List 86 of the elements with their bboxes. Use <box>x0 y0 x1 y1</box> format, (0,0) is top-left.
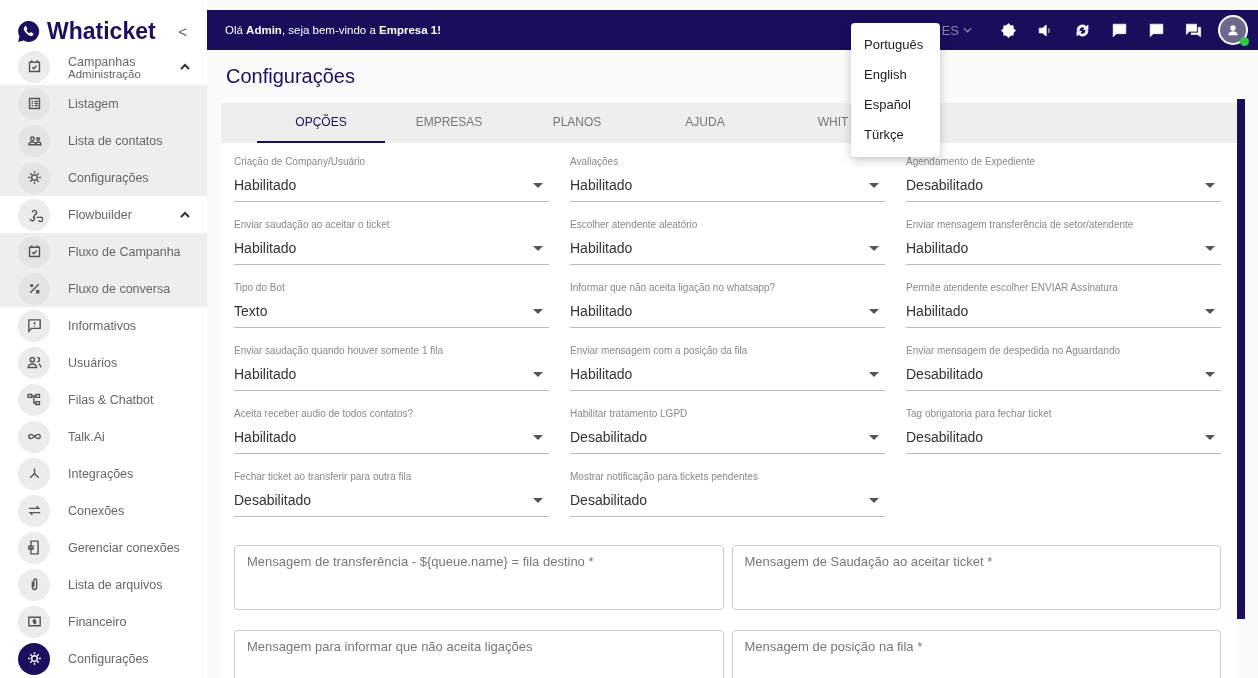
caret-icon <box>869 434 879 440</box>
caret-icon <box>533 371 543 377</box>
page-title: Configurações <box>226 65 355 89</box>
select-field[interactable]: Desabilitado <box>570 421 885 454</box>
caret-icon <box>869 308 879 314</box>
select-field[interactable]: Habilitado <box>906 295 1221 328</box>
select-field[interactable]: Desabilitado <box>906 169 1221 202</box>
field-label: Enviar mensagem com a posição da fila <box>570 345 749 358</box>
sidebar-item[interactable]: Lista de contatos <box>68 133 163 148</box>
select-field[interactable]: Habilitado <box>570 169 885 202</box>
field-label: Permite atendente escolher ENVIAR Assinatura <box>906 282 1119 295</box>
field-label: Agendamento de Expediente <box>906 156 1036 169</box>
select-field[interactable]: Texto <box>234 295 549 328</box>
sidebar-item[interactable]: Listagem <box>68 96 119 111</box>
message-field[interactable]: Mensagem de transferência - ${queue.name} = fila destino * <box>234 545 724 610</box>
sidebar-item[interactable]: Filas & Chatbot <box>68 392 154 407</box>
message-field[interactable]: Mensagem de posição na fila * <box>731 630 1221 678</box>
caret-icon <box>533 434 543 440</box>
select-field[interactable]: Habilitado <box>906 232 1221 265</box>
avatar-button[interactable] <box>1218 15 1248 45</box>
sidebar-item[interactable]: Configurações <box>68 651 149 666</box>
select-field[interactable]: Habilitado <box>570 295 885 328</box>
field-label: Enviar saudação quando houver somente 1 fila <box>234 345 445 358</box>
select-field[interactable]: Desabilitado <box>906 421 1221 454</box>
field-label: Enviar mensagem de despedida no Aguardando <box>906 345 1122 358</box>
caret-icon <box>533 308 543 314</box>
select-field[interactable]: Habilitado <box>234 421 549 454</box>
caret-icon <box>533 245 543 251</box>
field-label: Fechar ticket ao transferir para outra fila <box>234 471 413 484</box>
scrollbar-thumb[interactable] <box>1237 99 1245 619</box>
select-field[interactable]: Habilitado <box>234 358 549 391</box>
sidebar-item[interactable]: Informativos <box>68 318 137 333</box>
brightness-icon[interactable] <box>999 20 1018 40</box>
tab[interactable]: AJUDA <box>641 103 769 143</box>
chat-bubble-logo-icon <box>16 18 41 44</box>
caret-icon <box>1205 371 1215 377</box>
field-label: Enviar saudação ao aceitar o ticket <box>234 219 391 232</box>
language-option[interactable]: English <box>851 60 940 90</box>
select-field[interactable]: Habilitado <box>234 232 549 265</box>
caret-icon <box>869 497 879 503</box>
message-field[interactable]: Mensagem de Saudação ao aceitar ticket * <box>731 545 1221 610</box>
field-label: Mostrar notificação para tickets pendentes <box>570 471 759 484</box>
select-field[interactable]: Habilitado <box>570 358 885 391</box>
field-label: Enviar mensagem transferência de setor/atendente <box>906 219 1135 232</box>
sidebar-item[interactable]: Configurações <box>68 170 149 185</box>
caret-icon <box>869 182 879 188</box>
sidebar-item[interactable]: Lista de arquivos <box>68 577 163 592</box>
caret-icon <box>1205 245 1215 251</box>
select-field[interactable]: Desabilitado <box>906 358 1221 391</box>
sidebar-item[interactable]: Conexões <box>68 503 125 518</box>
tab[interactable]: PLANOS <box>513 103 641 143</box>
caret-icon <box>963 27 972 33</box>
select-field[interactable]: Desabilitado <box>234 484 549 517</box>
caret-icon <box>1205 182 1215 188</box>
tab[interactable]: EMPRESAS <box>385 103 513 143</box>
select-field[interactable]: Habilitado <box>234 169 549 202</box>
sidebar-item[interactable]: Gerenciar conexões <box>68 540 180 555</box>
caret-icon <box>533 497 543 503</box>
field-label: Habilitar tratamento LGPD <box>570 408 689 421</box>
caret-icon <box>1205 434 1215 440</box>
caret-icon <box>869 245 879 251</box>
message-field[interactable]: Mensagem para informar que não aceita ligações <box>234 630 724 678</box>
caret-icon <box>533 182 543 188</box>
sidebar-item[interactable]: Campanhas Administração <box>68 54 141 79</box>
select-field[interactable]: Desabilitado <box>570 484 885 517</box>
field-label: Avaliações <box>570 156 620 169</box>
sidebar-item[interactable]: Integrações <box>68 466 134 481</box>
field-label: Escolher atendente aleatório <box>570 219 699 232</box>
field-label: Aceita receber audio de todos contatos? <box>234 408 414 421</box>
language-option[interactable]: Türkçe <box>851 120 940 150</box>
sidebar-item[interactable]: Flowbuilder <box>68 207 132 222</box>
language-option[interactable]: Español <box>851 90 940 120</box>
caret-icon <box>869 371 879 377</box>
collapse-button[interactable]: < <box>174 22 191 40</box>
sidebar-item[interactable]: Talk.Ai <box>68 429 105 444</box>
greeting-text: Olá Admin, seja bem-vindo a Empresa 1! <box>225 24 442 36</box>
field-label: Criação de Company/Usuário <box>234 156 367 169</box>
field-label: Tag obrigatoria para fechar ticket <box>906 408 1053 421</box>
sidebar-item[interactable]: Usuários <box>68 355 118 370</box>
sidebar-item[interactable]: Financeiro <box>68 614 127 629</box>
select-field[interactable]: Habilitado <box>570 232 885 265</box>
field-label: Tipo do Bot <box>234 282 286 295</box>
caret-icon <box>1205 308 1215 314</box>
tab[interactable]: OPÇÕES <box>257 103 385 143</box>
field-label: Informar que não aceita ligação no whatsapp? <box>570 282 777 295</box>
brand-name: Whaticket <box>47 17 156 45</box>
